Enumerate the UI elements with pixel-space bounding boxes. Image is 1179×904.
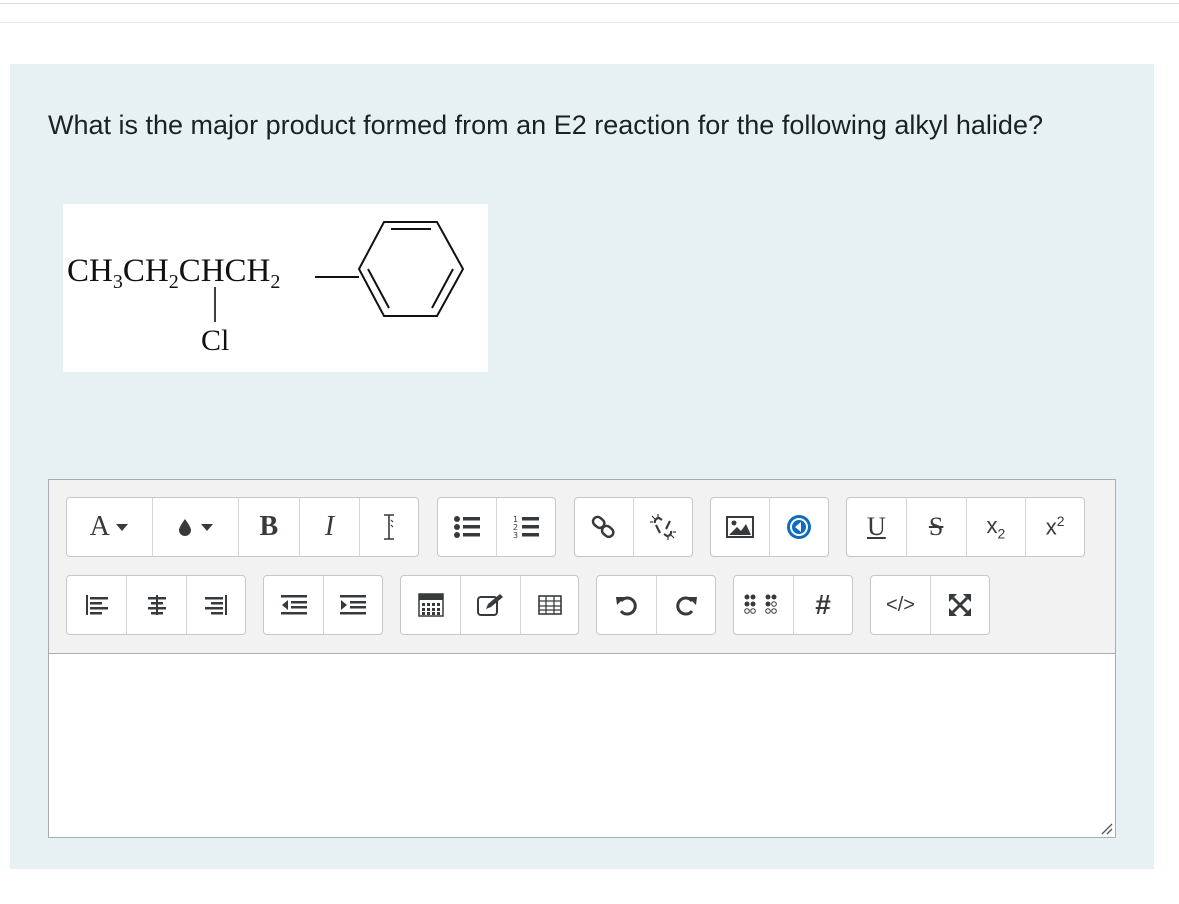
image-icon [726,516,754,538]
question-panel: What is the major product formed from an… [10,64,1154,869]
subscript-icon: x2 [986,512,1006,542]
text-decoration-group: U S x2 x2 [846,497,1085,557]
redo-icon [676,596,697,616]
hash-icon: # [815,589,831,620]
editor-content-area[interactable] [49,654,1115,837]
drop-icon [178,519,191,536]
align-right-icon [205,595,227,615]
bullet-list-icon [454,516,480,538]
accessibility-checker-button[interactable] [734,576,794,634]
italic-icon: I [324,511,335,542]
expand-icon [949,594,971,616]
braille-icon [743,594,777,614]
italic-button[interactable]: I [300,498,361,556]
table-button[interactable] [521,576,578,634]
alkyl-halide-structure-image: CH3CH2CHCH2 Cl [63,204,488,372]
underline-icon: U [866,512,886,541]
align-left-button[interactable] [67,576,127,634]
table-icon [537,595,562,615]
chlorine-label: Cl [201,324,229,357]
link-icon [591,515,615,539]
align-center-icon [147,595,166,615]
font-color-button[interactable]: A [67,498,153,556]
outdent-icon [280,595,307,615]
chevron-down-icon [115,524,128,531]
unordered-list-button[interactable] [438,498,497,556]
equation-button[interactable] [401,576,461,634]
bold-button[interactable]: B [239,498,300,556]
media-icon [787,515,811,539]
font-color-icon: A [89,511,110,542]
resize-handle-icon[interactable] [1099,821,1113,835]
font-style-group: A B I [66,497,419,557]
link-button[interactable] [575,498,634,556]
undo-icon [615,596,637,616]
editor-toolbar: A B I 1 2 3 U S x2 x2 # </> [49,480,1115,654]
superscript-icon: x2 [1045,513,1065,540]
svg-text:3: 3 [513,531,518,539]
subscript-button[interactable]: x2 [967,498,1027,556]
underline-button[interactable]: U [847,498,907,556]
calculator-icon [417,593,444,617]
view-group: </> [870,575,990,635]
redo-button[interactable] [657,576,715,634]
top-divider [0,3,1179,4]
indent-icon [340,595,366,615]
code-icon: </> [886,593,915,616]
accessibility-group: # [733,575,853,635]
fullscreen-button[interactable] [931,576,989,634]
edit-button[interactable] [461,576,521,634]
clear-formatting-button[interactable] [360,498,418,556]
ordered-list-button[interactable]: 1 2 3 [497,498,555,556]
background-color-button[interactable] [153,498,240,556]
align-center-button[interactable] [127,576,187,634]
align-right-button[interactable] [187,576,245,634]
superscript-button[interactable]: x2 [1026,498,1084,556]
answer-editor: A B I 1 2 3 U S x2 x2 # </> [48,479,1116,838]
unlink-icon [650,514,676,540]
media-group [710,497,829,557]
insert-group [400,575,579,635]
strikethrough-icon: S [928,512,944,541]
special-character-button[interactable]: # [794,576,852,634]
alignment-group [66,575,246,635]
structure-formula: CH3CH2CHCH2 [67,253,280,293]
benzene-ring [357,221,465,317]
insert-media-button[interactable] [770,498,828,556]
numbered-list-icon: 1 2 3 [513,515,539,539]
insert-image-button[interactable] [711,498,770,556]
outdent-button[interactable] [264,576,324,634]
indent-button[interactable] [324,576,382,634]
history-group [596,575,716,635]
pencil-icon [476,594,503,616]
link-group [574,497,693,557]
undo-button[interactable] [597,576,657,634]
strikethrough-button[interactable]: S [907,498,967,556]
html-button[interactable]: </> [871,576,931,634]
indent-group [263,575,383,635]
question-text: What is the major product formed from an… [48,110,1043,140]
bold-icon: B [259,511,279,542]
list-group: 1 2 3 [437,497,556,557]
unlink-button[interactable] [634,498,692,556]
top-divider-secondary [0,22,1179,23]
chevron-down-icon [200,524,213,531]
align-left-icon [85,595,108,615]
clear-format-icon [384,514,395,540]
